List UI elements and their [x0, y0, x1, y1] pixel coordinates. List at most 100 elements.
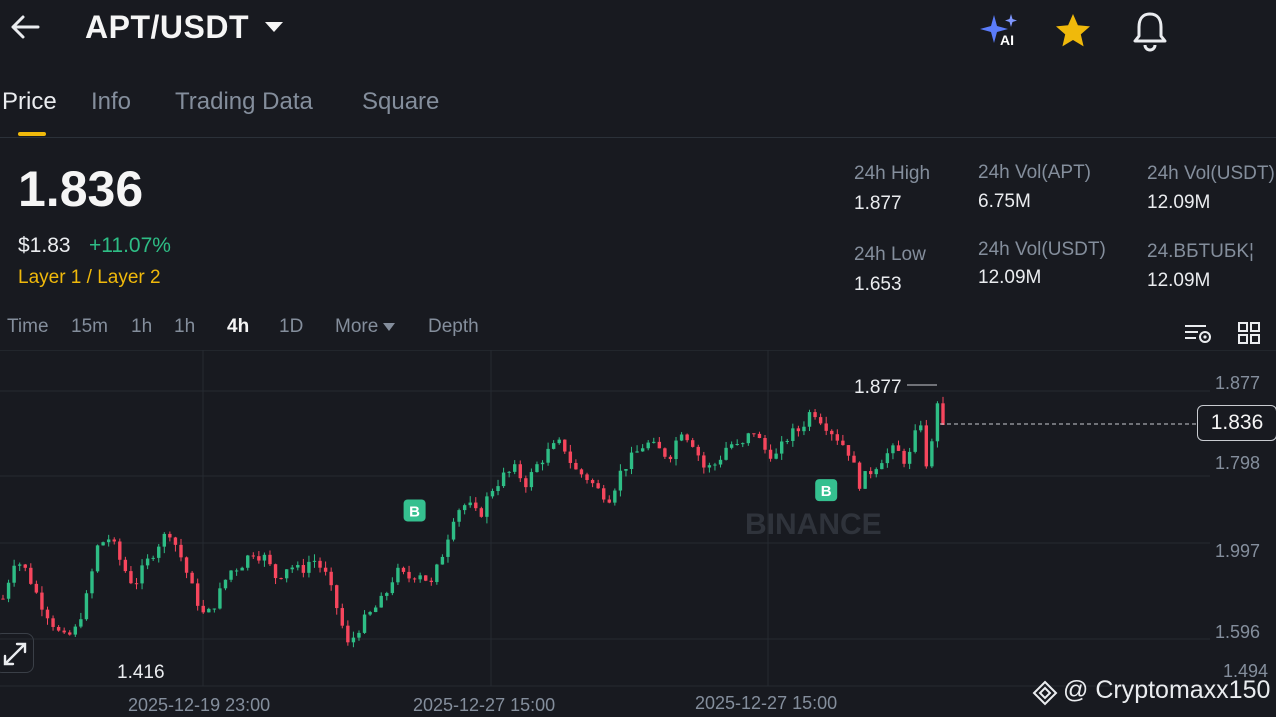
candle-body	[646, 442, 650, 449]
favorite-button[interactable]	[1054, 12, 1092, 50]
candle-body	[874, 469, 878, 475]
candlestick-chart[interactable]: BINANCE B B 1.877 1.416 1.877 1.798 1.997…	[0, 350, 1276, 717]
candle-body	[346, 625, 350, 643]
candle-body	[846, 445, 851, 456]
alerts-button[interactable]	[1130, 10, 1170, 52]
indicator-settings-button[interactable]	[1184, 322, 1212, 344]
candle-body	[462, 505, 467, 511]
candle-body	[507, 471, 511, 473]
timeframe-15m[interactable]: 15m	[71, 316, 108, 338]
candle-body	[941, 403, 945, 426]
stat-label-extra: 24.BБTUБK¦	[1147, 241, 1254, 262]
candle-body	[424, 575, 428, 581]
candle-body	[440, 556, 445, 565]
candle-body	[563, 439, 567, 452]
tab-price[interactable]: Price	[2, 88, 57, 116]
candle-body	[596, 483, 600, 489]
candle-body	[868, 471, 873, 475]
candle-body	[312, 560, 317, 562]
candle-body	[551, 443, 556, 449]
candle-body	[590, 480, 595, 484]
candle-body	[184, 557, 189, 573]
pair-selector[interactable]: APT/USDT	[85, 8, 285, 46]
expand-icon	[3, 642, 27, 666]
candle-body	[201, 605, 205, 613]
candle-body	[729, 444, 734, 448]
tabs-divider	[0, 137, 1276, 138]
y-axis-label: 1.798	[1215, 453, 1260, 473]
timeframe-4h[interactable]: 4h	[227, 316, 249, 338]
candle-body	[90, 571, 94, 594]
candle-body	[101, 542, 105, 546]
candle-body	[713, 464, 717, 466]
candle-body	[796, 428, 801, 432]
candle-body	[602, 488, 606, 500]
candle-body	[640, 448, 645, 452]
candle-body	[134, 583, 139, 585]
fullscreen-button[interactable]	[0, 633, 34, 673]
timeframe-depth[interactable]: Depth	[428, 316, 479, 338]
category-tag[interactable]: Layer 1 / Layer 2	[18, 267, 161, 289]
candle-body	[351, 637, 356, 643]
candle-body	[841, 440, 845, 446]
candle-body	[229, 570, 233, 580]
candle-body	[17, 564, 22, 566]
candle-body	[73, 626, 78, 635]
active-tab-indicator	[18, 132, 46, 136]
candle-body	[518, 464, 522, 479]
tab-square[interactable]: Square	[362, 88, 439, 116]
timeframe-1h-alt[interactable]: 1h	[174, 316, 195, 338]
candle-body	[490, 491, 495, 497]
timeframe-time[interactable]: Time	[7, 316, 49, 338]
timeframe-1d[interactable]: 1D	[279, 316, 303, 338]
candle-body	[273, 564, 278, 579]
timeframe-more[interactable]: More	[335, 316, 396, 338]
candle-body	[373, 607, 378, 613]
back-button[interactable]	[8, 12, 42, 42]
tab-info[interactable]: Info	[91, 88, 131, 116]
candle-body	[401, 567, 406, 572]
stat-value-24h-low: 1.653	[854, 274, 902, 295]
stat-label-24h-high: 24h High	[854, 163, 931, 184]
candle-body	[284, 569, 289, 579]
watermark-logo	[1032, 680, 1058, 706]
candle-body	[485, 496, 489, 517]
arrow-left-icon	[11, 15, 40, 39]
pair-title: APT/USDT	[85, 8, 249, 45]
candle-body	[707, 465, 712, 468]
candle-body	[40, 592, 44, 610]
candle-body	[290, 567, 294, 570]
candle-body	[524, 478, 528, 488]
candle-body	[145, 558, 150, 566]
candle-body	[724, 447, 728, 460]
candle-body	[668, 456, 673, 460]
layout-grid-button[interactable]	[1237, 321, 1261, 345]
candle-body	[880, 463, 884, 470]
candle-body	[418, 575, 422, 580]
candle-body	[741, 443, 745, 445]
candle-body	[824, 423, 828, 431]
candle-body	[95, 545, 100, 572]
buy-marker-label: B	[409, 503, 420, 520]
candle-body	[112, 539, 116, 542]
stat-value-24h-vol-apt: 6.75M	[978, 191, 1031, 212]
candle-body	[246, 555, 250, 568]
candle-body	[496, 486, 500, 492]
y-axis-label: 1.997	[1215, 541, 1260, 561]
candle-body	[257, 556, 261, 561]
candle-body	[885, 453, 890, 464]
candle-body	[540, 462, 545, 465]
candle-body	[818, 417, 823, 424]
timeframe-1h[interactable]: 1h	[131, 316, 152, 338]
bell-icon	[1133, 12, 1167, 52]
candle-body	[34, 583, 39, 593]
candle-body	[157, 546, 161, 558]
candle-body	[329, 571, 333, 586]
ai-button[interactable]: AI	[980, 12, 1024, 50]
tab-trading-data[interactable]: Trading Data	[175, 88, 313, 116]
candle-body	[568, 451, 573, 463]
candle-body	[857, 462, 862, 489]
candle-body	[151, 557, 155, 559]
candle-body	[207, 608, 211, 613]
y-axis-label: 1.877	[1215, 373, 1260, 393]
